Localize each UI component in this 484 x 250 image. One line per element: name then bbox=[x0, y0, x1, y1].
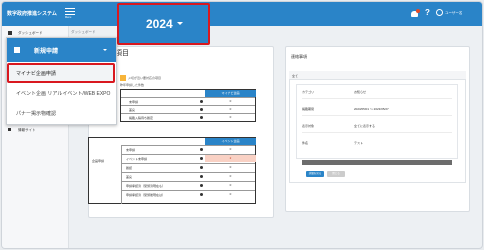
info-icon bbox=[200, 157, 203, 160]
info-icon bbox=[200, 166, 203, 169]
document-icon bbox=[14, 47, 20, 53]
info-icon bbox=[200, 175, 203, 178]
notices-title: 連絡事項 bbox=[291, 54, 307, 59]
table-row[interactable]: 確認 0 bbox=[121, 163, 255, 171]
table-row[interactable]: 未申請 0 bbox=[121, 145, 255, 153]
help-icon[interactable]: ? bbox=[425, 8, 430, 17]
notification-bell-icon[interactable] bbox=[411, 9, 420, 18]
table-row[interactable]: 差戻 0 bbox=[121, 105, 255, 113]
table-row[interactable]: 掲載入稿待ち確定 0 bbox=[121, 113, 255, 121]
notice-field-label: 件名 bbox=[302, 141, 309, 145]
table-header: イベント企画 bbox=[205, 138, 256, 145]
group-label: 企画申請 bbox=[92, 159, 105, 163]
info-icon bbox=[200, 100, 203, 103]
notice-scroll-bar[interactable] bbox=[302, 160, 452, 165]
user-name[interactable]: ユーザー名 bbox=[445, 11, 462, 16]
notice-field-value: 全てに表示する bbox=[354, 124, 376, 128]
notice-field-value: 2023/05/01 ～ 2023/05/27 bbox=[354, 107, 389, 111]
notification-dot bbox=[416, 9, 420, 13]
dashboard-icon bbox=[8, 31, 12, 35]
menu-label: Menu bbox=[65, 16, 72, 19]
info-icon bbox=[200, 184, 203, 187]
table-row[interactable]: 申請承認済（受領済現在も） 0 bbox=[121, 181, 255, 189]
year-value: 2024 bbox=[146, 17, 173, 31]
app-window: 数字政府推進システム Menu ? ユーザー名 ダッシュボード 情報サイト ダッ… bbox=[1, 1, 483, 249]
sidebar-item-label: 情報サイト bbox=[18, 128, 36, 132]
dropdown-toggle[interactable]: 新規申請 bbox=[7, 38, 116, 62]
breadcrumb[interactable]: ダッシュボード bbox=[71, 30, 96, 35]
new-application-dropdown: 新規申請 マイナビ企画申請 イベント企画 リアルイベント/WEB EXPO パナ… bbox=[6, 37, 117, 125]
top-bar: 数字政府推進システム Menu ? ユーザー名 bbox=[2, 2, 482, 26]
sub-note: 昨年申請した件数 bbox=[120, 83, 145, 87]
chevron-down-icon bbox=[177, 22, 183, 25]
divider bbox=[302, 115, 452, 116]
table-event: イベント企画 企画申請 未申請 0 イベント未申請 2 確認 0 差戻 0 申請… bbox=[88, 137, 256, 204]
menu-item-banner-check[interactable]: パナー掲示物確認 bbox=[7, 104, 116, 124]
info-icon bbox=[200, 116, 203, 119]
menu-item-event-application[interactable]: イベント企画 リアルイベント/WEB EXPO bbox=[7, 84, 116, 104]
info-icon bbox=[200, 108, 203, 111]
notice-field-label: 表示対象 bbox=[302, 124, 315, 128]
notice-detail-button[interactable]: 詳細を見る bbox=[306, 171, 324, 177]
notice-field-value: テスト bbox=[354, 141, 364, 145]
info-icon bbox=[200, 148, 203, 151]
menu-item-mynavi-application[interactable]: マイナビ企画申請 bbox=[7, 63, 115, 83]
card-title: 項目 bbox=[115, 50, 129, 57]
notice-detail-box bbox=[296, 84, 458, 159]
table-header: マイナビ企画 bbox=[205, 90, 256, 97]
legend-swatch bbox=[120, 75, 126, 81]
divider bbox=[302, 132, 452, 133]
user-avatar-icon[interactable] bbox=[436, 9, 443, 16]
dropdown-title: 新規申請 bbox=[34, 49, 59, 55]
table-row[interactable]: 申請承認済（受領後現在は） 0 bbox=[121, 190, 255, 198]
notice-field-label: カテゴリ bbox=[302, 90, 315, 94]
sidebar-item-label: ダッシュボード bbox=[18, 31, 43, 35]
legend-text: 〆切が近い要対応の項目 bbox=[128, 76, 162, 80]
menu-icon[interactable]: Menu bbox=[65, 8, 75, 19]
table-row[interactable]: 差戻 0 bbox=[121, 172, 255, 180]
sidebar-item-info-site[interactable]: 情報サイト bbox=[2, 125, 69, 135]
table-mynavi: マイナビ企画 未申請 0 差戻 0 掲載入稿待ち確定 0 bbox=[120, 89, 256, 122]
divider bbox=[302, 98, 452, 99]
info-icon bbox=[8, 128, 11, 131]
year-selector[interactable]: 2024 bbox=[117, 3, 210, 45]
chevron-down-icon bbox=[103, 49, 107, 51]
table-row[interactable]: イベント未申請 2 bbox=[121, 154, 256, 162]
info-icon bbox=[200, 193, 203, 196]
notice-field-label: 掲載期間 bbox=[302, 107, 315, 111]
notices-filter-tab[interactable]: 全て bbox=[289, 71, 466, 80]
app-title: 数字政府推進システム bbox=[7, 11, 57, 17]
table-row[interactable]: 未申請 0 bbox=[121, 97, 255, 105]
notice-field-value: お知らせ bbox=[354, 90, 366, 94]
notice-close-button[interactable]: 閉じる bbox=[327, 171, 345, 177]
